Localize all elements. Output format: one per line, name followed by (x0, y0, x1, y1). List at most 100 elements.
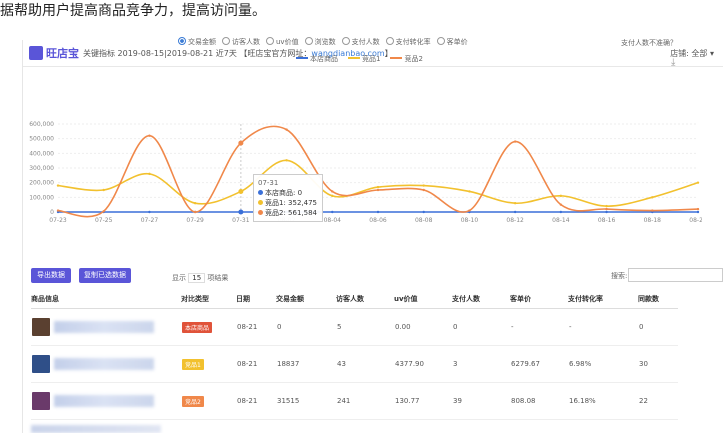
data-point (605, 204, 608, 208)
legend-item-2[interactable]: 竞品2 (390, 55, 423, 63)
data-point (193, 210, 197, 214)
product-cell[interactable] (31, 345, 181, 383)
data-point (696, 207, 700, 211)
cell-value: 130.77 (395, 397, 420, 405)
metric-label: 浏览数 (314, 38, 336, 46)
x-tick-label: 08-06 (369, 217, 387, 224)
y-tick-label: 0 (50, 209, 54, 216)
cell-value: 30 (639, 360, 648, 368)
trend-chart: 600,000 500,000 400,000 300,000 200,000 100,0… (29, 121, 702, 224)
column-header[interactable]: 同款数 (638, 290, 678, 309)
y-tick-label: 100,000 (29, 194, 54, 201)
search-input[interactable] (628, 268, 723, 282)
store-selector[interactable]: 店铺: 全部 ▾ (670, 48, 714, 59)
x-tick-label: 08-08 (415, 217, 433, 224)
brand-logo[interactable]: 旺店宝 (29, 45, 79, 61)
cell-value: 0.00 (395, 323, 411, 331)
cell-value: 16.18% (569, 397, 596, 405)
metric-radio-2[interactable]: uv价值 (266, 37, 299, 47)
cell-same: 22 (638, 382, 678, 420)
data-point (238, 188, 244, 194)
cell-value: 3 (453, 360, 458, 368)
table-row[interactable]: 竞品1 08-21 18837 43 4377.90 3 6279.67 6.98% 30 (31, 345, 678, 383)
product-thumbnail[interactable] (32, 392, 50, 410)
product-cell[interactable] (31, 382, 181, 420)
product-cell[interactable] (31, 308, 181, 346)
brand-name: 旺店宝 (46, 47, 79, 60)
x-tick-label: 08-04 (324, 217, 342, 224)
metric-radio-6[interactable]: 客单价 (436, 37, 468, 47)
column-header[interactable]: uv价值 (394, 290, 452, 309)
metric-radio-5[interactable]: 支付转化率 (385, 37, 431, 47)
download-icon[interactable]: ⤓ (671, 57, 675, 68)
metric-label: uv价值 (276, 38, 299, 46)
cell-value: 0 (639, 323, 644, 331)
data-point (559, 210, 563, 214)
product-title-blurred[interactable] (54, 321, 154, 333)
cell-price: - (510, 308, 568, 346)
product-title-blurred[interactable] (54, 358, 154, 370)
cell-value: 43 (337, 360, 346, 368)
legend-item-0[interactable]: 本店商品 (296, 55, 338, 63)
column-header[interactable]: 商品信息 (31, 290, 181, 309)
cell-payers: 0 (452, 308, 510, 346)
product-thumbnail[interactable] (32, 355, 50, 373)
export-button[interactable]: 导出数据 (31, 268, 71, 283)
data-point (605, 210, 608, 214)
metric-label: 访客人数 (232, 38, 260, 46)
data-point (559, 194, 563, 198)
data-point (605, 207, 608, 211)
tooltip-date: 07-31 (258, 179, 279, 187)
column-header[interactable]: 客单价 (510, 290, 568, 309)
copy-selected-button[interactable]: 复制已选数据 (79, 268, 131, 283)
column-header[interactable]: 对比类型 (181, 290, 236, 309)
show-prefix: 显示 (172, 274, 186, 282)
column-header[interactable]: 交易金额 (276, 290, 336, 309)
column-header[interactable]: 日期 (236, 290, 276, 309)
table-row[interactable]: 竞品2 08-21 31515 241 130.77 39 808.08 16.18% 22 (31, 382, 678, 420)
x-tick-label: 08-18 (644, 217, 662, 224)
metric-label: 支付人数 (351, 38, 380, 46)
radio-icon (341, 37, 350, 45)
data-point (468, 190, 471, 193)
cell-value: - (569, 323, 572, 331)
data-point (331, 194, 334, 198)
type-tag: 本店商品 (182, 321, 213, 333)
data-point (376, 185, 380, 189)
table-row[interactable]: 本店商品 08-21 0 5 0.00 0 - - 0 (31, 308, 678, 346)
y-tick-label: 600,000 (29, 121, 54, 128)
series-dot-icon (258, 190, 263, 195)
product-title-blurred[interactable] (54, 395, 154, 407)
metric-radio-4[interactable]: 支付人数 (341, 37, 380, 47)
page-size-select[interactable]: 15 (188, 273, 206, 283)
x-tick-label: 08-20 (689, 217, 702, 224)
metric-radio-1[interactable]: 访客人数 (222, 37, 260, 47)
store-label: 店铺: 全部 (670, 49, 708, 58)
data-point (148, 172, 151, 176)
data-point (285, 159, 288, 162)
legend-swatch (390, 57, 403, 59)
data-point (376, 210, 380, 214)
cell-visitors: 241 (336, 382, 394, 420)
product-thumbnail[interactable] (32, 318, 50, 336)
metric-label: 支付转化率 (395, 38, 431, 46)
period-label: 关键指标 2019-08-15|2019-08-21 近7天 (83, 49, 237, 58)
cell-visitors: 43 (336, 345, 394, 383)
series-line-2 (57, 125, 699, 218)
y-tick-label: 200,000 (29, 180, 54, 187)
radio-icon (266, 37, 274, 45)
logo-icon (29, 46, 43, 60)
page-size-control: 显示 15 项结果 (172, 273, 228, 283)
data-point (331, 210, 334, 214)
metric-radio-3[interactable]: 浏览数 (304, 37, 336, 47)
legend-item-1[interactable]: 竞品1 (348, 55, 380, 63)
help-link[interactable]: 支付人数不准确？ (621, 38, 677, 48)
x-tick-label: 08-12 (506, 217, 524, 224)
tooltip-line: 竞品1: 352,475 (258, 198, 318, 208)
data-point (193, 202, 197, 205)
column-header[interactable]: 访客人数 (336, 290, 394, 309)
column-header[interactable]: 支付人数 (452, 290, 510, 309)
column-header[interactable]: 支付转化率 (568, 290, 638, 309)
metric-radio-0[interactable]: 交易金额 (178, 37, 216, 47)
search-label: 搜索: (611, 272, 628, 280)
